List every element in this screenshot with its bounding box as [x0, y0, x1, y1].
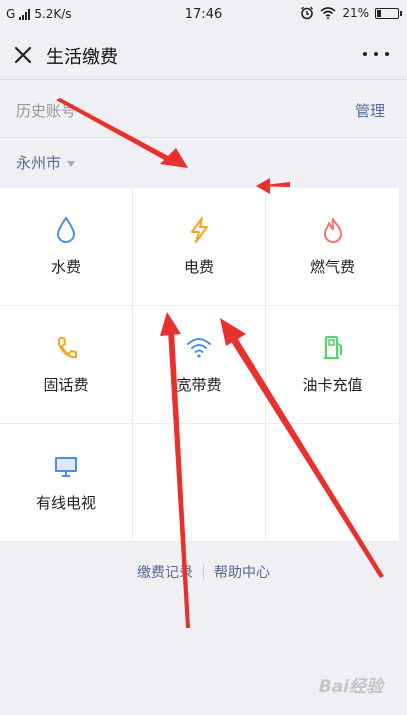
- empty-cell: [266, 424, 400, 542]
- city-name: 永州市: [16, 154, 62, 172]
- watermark: Bai经验: [318, 677, 383, 697]
- battery-icon: [375, 7, 402, 19]
- phone-icon: [57, 337, 77, 359]
- service-label: 电费: [183, 258, 214, 276]
- chevron-down-icon: [67, 160, 76, 167]
- wifi-icon: [187, 338, 211, 358]
- close-icon: [14, 46, 32, 64]
- alarm-icon: [301, 6, 314, 20]
- footer-divider: [203, 565, 204, 579]
- wifi-status-icon: [320, 7, 336, 19]
- service-label: 燃气费: [309, 258, 355, 276]
- more-icon: [363, 52, 367, 56]
- service-label: 水费: [50, 258, 81, 276]
- service-grid: 水费 电费 燃气费 固话费 宽带费 油卡充值 有线电视: [0, 188, 400, 542]
- service-water[interactable]: 水费: [0, 188, 133, 306]
- status-right: 21%: [300, 6, 402, 20]
- service-electricity[interactable]: 电费: [133, 188, 266, 306]
- service-label: 固话费: [43, 376, 89, 394]
- gas-pump-icon: [323, 336, 342, 359]
- payment-records-link[interactable]: 缴费记录: [137, 562, 193, 582]
- service-cable-tv[interactable]: 有线电视: [0, 424, 133, 542]
- page-title: 生活缴费: [46, 47, 118, 68]
- close-button[interactable]: [10, 42, 36, 68]
- empty-cell: [133, 424, 266, 542]
- service-label: 宽带费: [176, 376, 222, 394]
- status-bar: G 5.2K/s 17:46 21%: [0, 0, 407, 30]
- history-accounts-label[interactable]: 历史账号: [16, 100, 76, 121]
- tv-icon: [55, 457, 77, 477]
- header: 生活缴费: [0, 30, 407, 80]
- footer-links: 缴费记录 帮助中心: [0, 562, 407, 586]
- service-fuel-card[interactable]: 油卡充值: [266, 306, 400, 424]
- water-drop-icon: [56, 216, 76, 243]
- service-landline[interactable]: 固话费: [0, 306, 133, 424]
- more-button[interactable]: [363, 44, 389, 64]
- service-gas[interactable]: 燃气费: [266, 188, 400, 306]
- history-row: 历史账号 管理: [0, 82, 407, 136]
- battery-percent: 21%: [342, 6, 369, 20]
- manage-button[interactable]: 管理: [355, 100, 385, 121]
- service-label: 油卡充值: [302, 376, 363, 394]
- lightning-icon: [191, 217, 208, 243]
- help-center-link[interactable]: 帮助中心: [214, 562, 270, 582]
- service-label: 有线电视: [35, 494, 96, 512]
- flame-icon: [323, 218, 342, 243]
- service-broadband[interactable]: 宽带费: [133, 306, 266, 424]
- city-selector[interactable]: 永州市: [16, 152, 76, 173]
- city-row: 永州市: [0, 137, 407, 187]
